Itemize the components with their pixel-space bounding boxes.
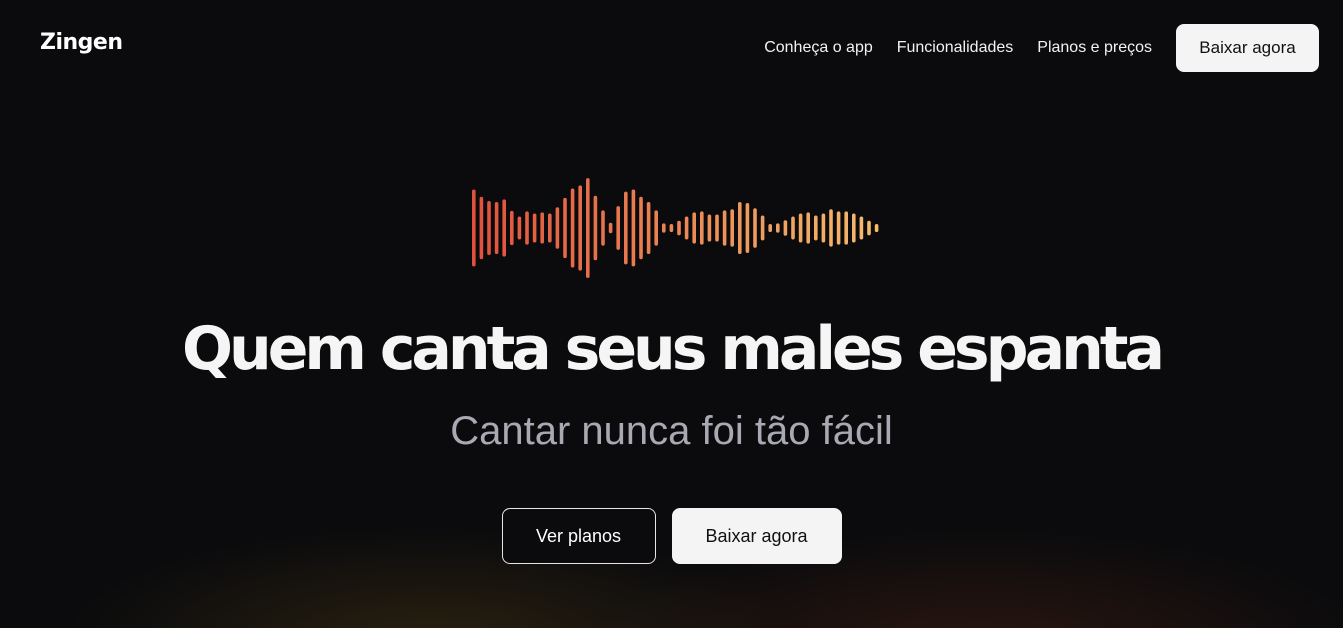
waveform-bar [646,202,651,254]
waveform-bar [798,213,803,243]
waveform-bar [715,214,719,242]
waveform-bar [722,210,727,246]
waveform-bar [677,220,681,236]
waveform-bar [494,202,499,254]
landing-page: Zingen Conheça o app Funcionalidades Pla… [0,0,1343,628]
waveform-bar [814,215,818,241]
waveform-bar [836,211,841,245]
waveform-bar [563,197,567,259]
waveform-bar [730,209,734,247]
waveform-bar [517,216,522,240]
waveform-bar [867,220,871,236]
waveform-bar [479,196,484,260]
waveform-bar [578,185,582,271]
waveform-bar [692,212,696,244]
waveform-bar [624,191,628,265]
waveform-bar [570,188,575,268]
waveform-bar [662,223,666,233]
waveform-bar [760,215,765,241]
waveform-bar [608,222,613,234]
nav-link-conheca-o-app[interactable]: Conheça o app [764,39,873,57]
nav-link-funcionalidades[interactable]: Funcionalidades [897,39,1014,57]
waveform-bar [852,213,856,243]
waveform-bar [669,224,674,232]
waveform-bar [502,199,506,257]
waveform-bar [684,216,689,240]
waveform-bar [525,211,529,245]
waveform-bar [654,210,658,246]
waveform-bar [639,196,643,260]
waveform-bar [510,210,514,246]
waveform-bar [745,203,750,253]
waveform-bar [874,224,879,232]
waveform-bar [859,216,864,240]
waveform-bar [844,211,848,245]
waveform-bar [783,220,788,236]
hero-headline: Quem canta seus males espanta [182,314,1165,384]
waveform-bar [472,189,476,267]
audio-waveform-icon [472,178,879,278]
waveform-bar [555,207,560,249]
waveform-bar [738,202,742,254]
waveform-bar [616,206,620,250]
top-navigation: Conheça o app Funcionalidades Planos e p… [764,24,1319,72]
header-download-button[interactable]: Baixar agora [1176,24,1319,72]
waveform-bar [806,212,810,244]
brand-logo[interactable]: Zingen [40,30,123,55]
waveform-bar [532,213,537,243]
waveform-bar [791,216,795,240]
waveform-bar [776,223,780,233]
hero-actions: Ver planos Baixar agora [0,508,1343,564]
download-now-button[interactable]: Baixar agora [671,508,842,564]
waveform-bar [700,211,704,245]
waveform-bar [586,178,590,278]
hero-subheadline: Cantar nunca foi tão fácil [450,409,893,453]
view-plans-button[interactable]: Ver planos [501,508,656,564]
waveform-bar [631,189,636,267]
nav-link-planos-e-precos[interactable]: Planos e preços [1037,39,1152,57]
waveform-bar [601,210,605,246]
waveform-bar [548,213,552,243]
waveform-bar [829,209,833,247]
waveform-bar [753,208,757,248]
waveform-bar [821,213,826,243]
waveform-bar [540,212,544,244]
waveform-bar [768,224,772,232]
waveform-bar [487,200,491,256]
waveform-bar [593,195,598,261]
waveform-bar [707,214,712,242]
